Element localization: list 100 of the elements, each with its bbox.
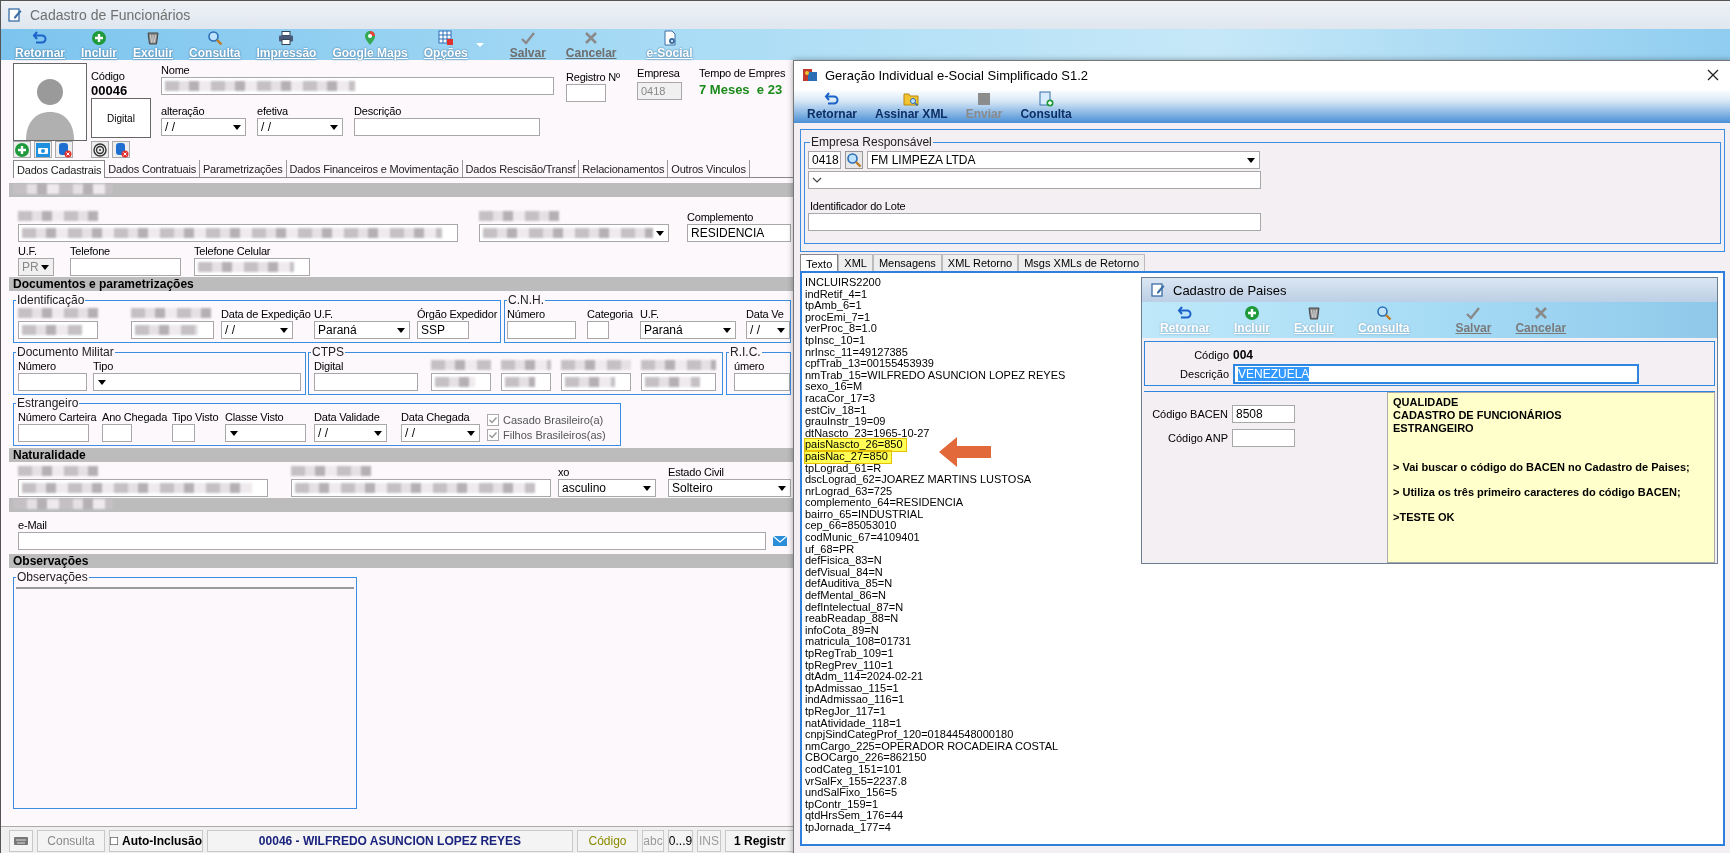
- x-icon: [1532, 305, 1549, 321]
- camera-button[interactable]: [34, 141, 52, 158]
- text-field[interactable]: [18, 479, 268, 497]
- keyboard-button[interactable]: [9, 829, 33, 852]
- dropdown[interactable]: / /: [314, 424, 387, 442]
- text-field[interactable]: [501, 373, 551, 391]
- tab[interactable]: XML Retorno: [941, 254, 1019, 271]
- dropdown[interactable]: FM LIMPEZA LTDA: [867, 151, 1260, 169]
- text-field[interactable]: [734, 373, 790, 391]
- text-field[interactable]: [314, 373, 418, 391]
- checkbox[interactable]: [110, 834, 118, 847]
- tab[interactable]: Dados Financeiros e Movimentação: [286, 160, 463, 177]
- dropdown[interactable]: [225, 424, 306, 442]
- tab[interactable]: Dados Contratuais: [105, 160, 200, 177]
- toolbar-button[interactable]: Assinar XML: [866, 91, 957, 121]
- text-field[interactable]: [18, 321, 98, 339]
- dropdown[interactable]: Paraná: [640, 321, 736, 339]
- field-label: Classe Visto: [225, 410, 285, 424]
- field-label: efetiva: [257, 104, 289, 118]
- employee-code: 00046: [91, 83, 129, 98]
- text-line: cnpjSindCategProf_120=01844548000180: [805, 729, 1015, 741]
- dropdown[interactable]: / /: [746, 321, 790, 339]
- dropdown[interactable]: Solteiro: [668, 479, 791, 497]
- dropdown[interactable]: / /: [257, 118, 343, 136]
- dropdown[interactable]: [808, 171, 1261, 189]
- text-field[interactable]: [18, 424, 89, 442]
- field-label: úmero: [734, 359, 766, 373]
- delete-fingerprint-button[interactable]: [112, 141, 130, 158]
- field-label: alteração: [161, 104, 206, 118]
- text-field[interactable]: [354, 118, 540, 136]
- text-field[interactable]: 8508: [1232, 405, 1295, 423]
- search-icon: [206, 29, 223, 46]
- dropdown[interactable]: / /: [161, 118, 246, 136]
- tab[interactable]: Mensagens: [872, 254, 942, 271]
- text-field[interactable]: [70, 258, 181, 276]
- text-field[interactable]: [1232, 429, 1295, 447]
- group-title: Estrangeiro: [16, 397, 80, 410]
- text-field[interactable]: [172, 424, 195, 442]
- text-line: infoCota_89=N: [805, 624, 879, 637]
- text-field[interactable]: [18, 373, 87, 391]
- dropdown[interactable]: / /: [221, 321, 293, 339]
- text-field[interactable]: [431, 373, 491, 391]
- text-line: indRetif_4=1: [805, 288, 869, 301]
- tab[interactable]: XML: [838, 254, 873, 271]
- text-field[interactable]: [102, 424, 132, 442]
- tab[interactable]: Parametrizações: [199, 160, 287, 177]
- tab[interactable]: Dados Rescisão/Transf: [462, 160, 580, 177]
- text-line: natAtividade_118=1: [805, 717, 903, 730]
- text-field[interactable]: [194, 258, 310, 276]
- text-field[interactable]: [587, 321, 609, 339]
- text-field[interactable]: [641, 373, 716, 391]
- text-line: racaCor_17=3: [805, 392, 877, 405]
- toolbar-button[interactable]: Consulta: [1011, 91, 1081, 121]
- tab[interactable]: Dados Cadastrais: [13, 160, 106, 178]
- dropdown[interactable]: [93, 373, 301, 391]
- delete-photo-button[interactable]: [55, 141, 73, 158]
- text-line: tpRegPrev_110=1: [805, 659, 895, 672]
- close-button[interactable]: [1705, 67, 1721, 83]
- text-field[interactable]: [18, 532, 766, 550]
- field-label: U.F.: [18, 244, 38, 258]
- text-line: grauInstr_19=09: [805, 416, 887, 428]
- email-button[interactable]: [772, 533, 788, 549]
- dropdown[interactable]: / /: [401, 424, 480, 442]
- text-field[interactable]: SSP: [417, 321, 469, 339]
- text-field[interactable]: RESIDENCIA: [687, 224, 791, 242]
- text-field[interactable]: [291, 479, 551, 497]
- text-line: undSalFixo_156=5: [805, 787, 898, 799]
- text-field[interactable]: [131, 321, 214, 339]
- text-line: qtdHrsSem_176=44: [805, 810, 905, 822]
- dropdown[interactable]: [479, 224, 669, 242]
- tab[interactable]: Texto: [800, 254, 839, 272]
- text-field[interactable]: [566, 84, 606, 102]
- text-field[interactable]: [18, 224, 458, 242]
- text-line: tpLograd_61=R: [805, 462, 882, 475]
- dropdown[interactable]: Paraná: [314, 321, 410, 339]
- text-field[interactable]: [161, 77, 554, 95]
- field-label: Tipo: [93, 359, 115, 373]
- add-photo-button[interactable]: [13, 141, 31, 158]
- dropdown[interactable]: asculino: [558, 479, 656, 497]
- search-button[interactable]: [845, 151, 863, 169]
- dropdown-button[interactable]: [475, 42, 484, 47]
- checkbox-label: Auto-Inclusão: [122, 833, 202, 848]
- text-field[interactable]: [507, 321, 576, 339]
- tab[interactable]: Relacionamentos: [579, 160, 669, 177]
- document-plus-icon: [1038, 91, 1055, 107]
- toolbar-button[interactable]: Retornar: [798, 91, 866, 121]
- status-indicator: INS: [697, 829, 721, 852]
- tab[interactable]: Outros Vinculos: [668, 160, 750, 177]
- field-label: Código ANP: [1167, 432, 1228, 444]
- text-field[interactable]: [808, 213, 1261, 231]
- caret-icon: [373, 429, 383, 437]
- group-title: Documento Militar: [16, 346, 115, 359]
- text-line: uf_68=PR: [805, 543, 855, 556]
- tab[interactable]: Msgs XMLs de Retorno: [1018, 254, 1146, 271]
- text-line: cep_66=85053010: [805, 520, 897, 533]
- text-field[interactable]: 0418: [808, 151, 841, 169]
- text-line: sexo_16=M: [805, 381, 863, 393]
- record-label: 00046 - WILFREDO ASUNCION LOPEZ REYES: [207, 829, 573, 852]
- text-field[interactable]: [561, 373, 631, 391]
- annotation-arrow: [939, 437, 991, 467]
